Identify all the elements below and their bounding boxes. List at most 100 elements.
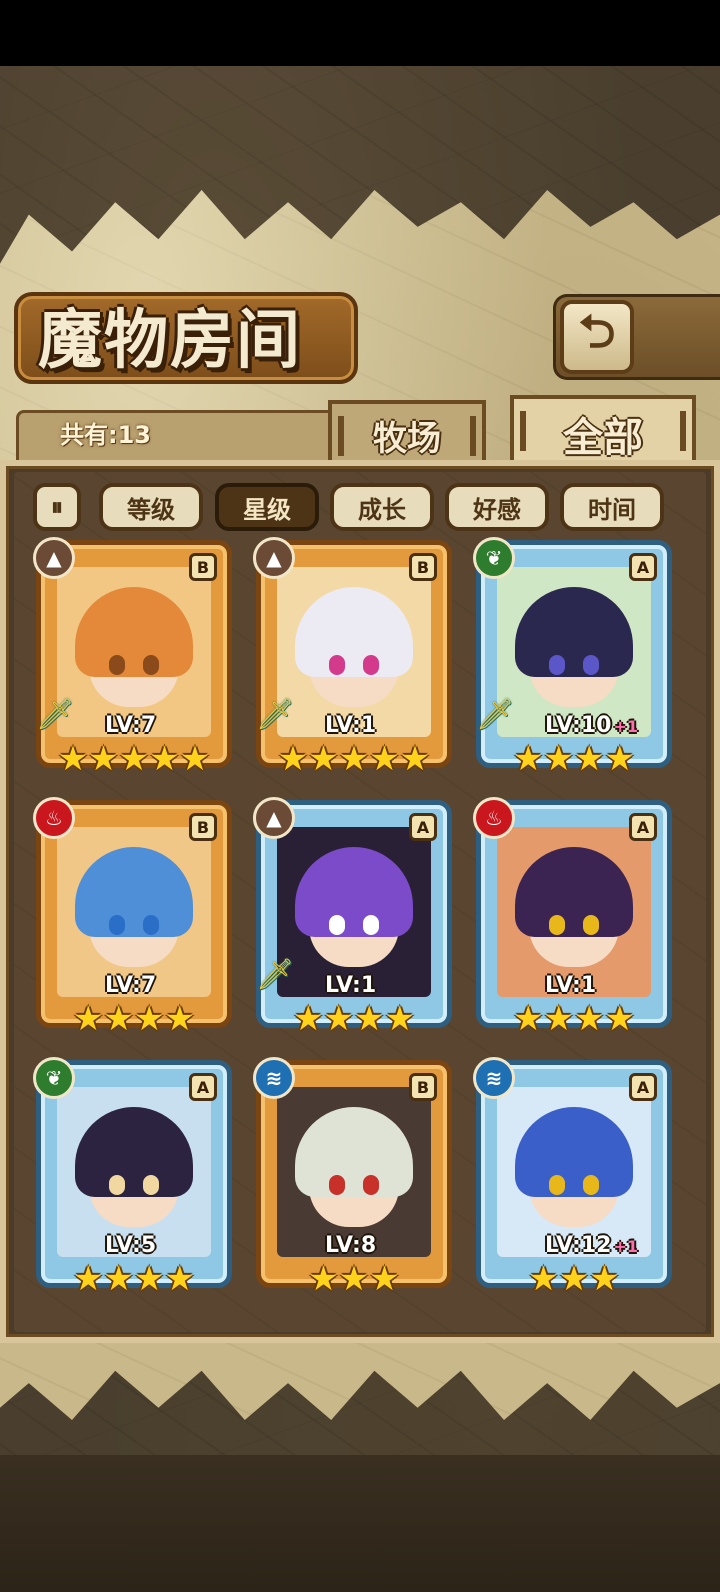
earth-icon: ▲ (33, 537, 75, 579)
monster-hair (515, 1107, 633, 1197)
rank-badge: A (629, 1073, 657, 1101)
monster-eye (549, 915, 565, 935)
leaf-icon: ❦ (473, 537, 515, 579)
monster-eye (549, 1175, 565, 1195)
monster-eye (583, 1175, 599, 1195)
filter-affection[interactable]: 好感 (445, 483, 549, 531)
status-bar (0, 0, 720, 66)
back-button[interactable]: ⮌ (560, 300, 634, 374)
sort-order-toggle[interactable]: ⏸ (33, 483, 81, 531)
water-icon: ≋ (473, 1057, 515, 1099)
monster-eye (583, 915, 599, 935)
monster-eye (109, 915, 125, 935)
level-text: LV:8 (325, 1233, 377, 1258)
monster-hair (75, 1107, 193, 1197)
monster-eye (143, 655, 159, 675)
monster-card[interactable]: ▲ B 🗡 LV:7 ★ ★ ★ ★ ★ (33, 537, 232, 777)
earth-icon: ▲ (253, 537, 295, 579)
monster-level: LV:7 (105, 971, 156, 1001)
monster-face (75, 847, 193, 967)
rank-badge: B (189, 813, 217, 841)
monster-card[interactable]: ≋ B LV:8 ★ ★ ★ (253, 1057, 452, 1297)
star-icon: ★ (574, 739, 605, 779)
level-text: LV:7 (105, 713, 157, 738)
star-icon: ★ (369, 739, 400, 779)
tab-all[interactable]: 全部 (510, 395, 696, 469)
level-text: LV:5 (105, 1233, 157, 1258)
star-rating: ★ ★ ★ ★ (481, 741, 667, 777)
monster-eye (329, 915, 345, 935)
level-text: LV:1 (325, 973, 377, 998)
monster-level: LV:1 (325, 971, 376, 1001)
monster-face (515, 587, 633, 707)
monster-eye (329, 655, 345, 675)
monster-level: LV:5 (105, 1231, 156, 1261)
star-icon: ★ (369, 1259, 400, 1299)
star-rating: ★ ★ ★ ★ (261, 1001, 447, 1037)
filter-growth[interactable]: 成长 (330, 483, 434, 531)
star-icon: ★ (558, 1259, 590, 1299)
monster-hair (515, 587, 633, 677)
filter-time[interactable]: 时间 (560, 483, 664, 531)
filter-level[interactable]: 等级 (99, 483, 203, 531)
monster-eye (363, 1175, 379, 1195)
rank-badge: B (409, 1073, 437, 1101)
rank-badge: B (409, 553, 437, 581)
monster-eye (109, 655, 125, 675)
level-bonus: +1 (613, 1237, 638, 1256)
monster-level: LV:12 +1 (545, 1231, 638, 1261)
star-rating: ★ ★ ★ ★ (41, 1261, 227, 1297)
monster-face (75, 1107, 193, 1227)
star-icon: ★ (338, 1259, 370, 1299)
star-icon: ★ (513, 999, 544, 1039)
star-icon: ★ (604, 739, 635, 779)
back-arrow-icon: ⮌ (578, 304, 616, 358)
level-text: LV:1 (545, 973, 597, 998)
monster-hair (75, 847, 193, 937)
water-icon: ≋ (253, 1057, 295, 1099)
level-bonus: +1 (613, 717, 638, 736)
monster-level: LV:7 (105, 711, 156, 741)
monster-card[interactable]: ♨ A LV:1 ★ ★ ★ ★ (473, 797, 672, 1037)
monster-card[interactable]: ≋ A LV:12 +1 ★ ★ ★ (473, 1057, 672, 1297)
monster-card[interactable]: ❦ A 🗡 LV:10 +1 ★ ★ ★ ★ (473, 537, 672, 777)
monster-eye (583, 655, 599, 675)
tab-ranch[interactable]: 牧场 (328, 400, 486, 466)
monster-hair (75, 587, 193, 677)
monster-card[interactable]: ♨ B LV:7 ★ ★ ★ ★ (33, 797, 232, 1037)
star-icon: ★ (543, 999, 574, 1039)
earth-icon: ▲ (253, 797, 295, 839)
star-rating: ★ ★ ★ (261, 1261, 447, 1297)
star-icon: ★ (399, 739, 431, 779)
monster-face (515, 847, 633, 967)
fire-icon: ♨ (33, 797, 75, 839)
monster-card[interactable]: ▲ A 🗡 LV:1 ★ ★ ★ ★ (253, 797, 452, 1037)
filter-star[interactable]: 星级 (215, 483, 319, 531)
star-icon: ★ (308, 739, 339, 779)
bottom-background (0, 1455, 720, 1592)
monster-level: LV:1 (545, 971, 596, 1001)
star-icon: ★ (513, 739, 544, 779)
sword-icon: 🗡 (255, 696, 295, 732)
star-icon: ★ (543, 739, 574, 779)
monster-card[interactable]: ❦ A LV:5 ★ ★ ★ ★ (33, 1057, 232, 1297)
monster-eye (143, 915, 159, 935)
star-icon: ★ (574, 999, 605, 1039)
monster-hair (515, 847, 633, 937)
star-icon: ★ (179, 739, 211, 779)
star-icon: ★ (149, 739, 180, 779)
monster-card[interactable]: ▲ B 🗡 LV:1 ★ ★ ★ ★ ★ (253, 537, 452, 777)
level-text: LV:12 (545, 1233, 612, 1258)
sword-icon: 🗡 (35, 696, 75, 732)
monster-eye (363, 915, 379, 935)
monster-face (75, 587, 193, 707)
monster-level: LV:8 (325, 1231, 376, 1261)
star-icon: ★ (528, 1259, 559, 1299)
monster-level: LV:10 +1 (545, 711, 638, 741)
star-icon: ★ (164, 999, 195, 1039)
star-icon: ★ (164, 1259, 195, 1299)
sort-order-icon: ⏸ (51, 493, 63, 521)
monster-hair (295, 587, 413, 677)
rank-badge: A (409, 813, 437, 841)
star-rating: ★ ★ ★ ★ ★ (41, 741, 227, 777)
